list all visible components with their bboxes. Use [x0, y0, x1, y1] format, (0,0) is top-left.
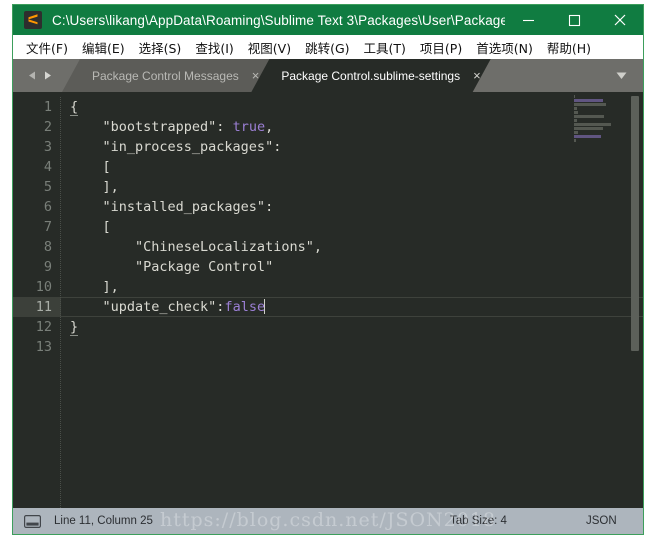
line-number: 7 [43, 219, 52, 235]
code-token: } [70, 319, 79, 336]
editor-tab[interactable]: Package Control Messages × [62, 59, 269, 92]
code-line[interactable]: } [61, 317, 643, 337]
sublime-text-icon [24, 11, 42, 29]
line-number: 2 [43, 119, 52, 135]
code-line[interactable]: "ChineseLocalizations", [61, 237, 643, 257]
menu-item-6[interactable]: 跳转(G) [298, 36, 356, 59]
code-token: "installed_packages": [70, 199, 274, 215]
triangle-left-icon[interactable] [27, 70, 38, 81]
close-button[interactable] [597, 5, 643, 35]
code-token: ], [70, 179, 119, 195]
triangle-right-icon[interactable] [42, 70, 53, 81]
tabs-container: Package Control Messages × Package Control… [62, 59, 491, 92]
code-line[interactable]: ], [61, 277, 643, 297]
code-line[interactable]: { [61, 97, 643, 117]
code-line[interactable]: "Package Control" [61, 257, 643, 277]
tab-close-icon[interactable]: × [473, 69, 481, 82]
line-number: 5 [43, 179, 52, 195]
code-content[interactable]: { "bootstrapped": true, "in_process_pack… [61, 92, 643, 508]
code-token: "in_process_packages": [70, 139, 282, 155]
line-number: 13 [35, 339, 52, 355]
window-title: C:\Users\likang\AppData\Roaming\Sublime … [52, 12, 505, 28]
code-token: , [265, 119, 274, 135]
menu-item-5[interactable]: 视图(V) [241, 36, 298, 59]
maximize-button[interactable] [551, 5, 597, 35]
menu-bar: 文件(F) 编辑(E) 选择(S) 查找(I) 视图(V) 跳转(G) 工具(T) 项目(P)… [13, 35, 643, 59]
tab-label: Package Control.sublime-settings [281, 68, 461, 83]
code-token: "update_check": [70, 299, 225, 315]
tab-label: Package Control Messages [92, 68, 239, 83]
scrollbar-thumb[interactable] [631, 96, 639, 351]
code-token: ], [70, 279, 119, 295]
title-bar: C:\Users\likang\AppData\Roaming\Sublime … [13, 5, 643, 35]
line-number: 8 [43, 239, 52, 255]
code-line[interactable]: "update_check":false [61, 297, 643, 317]
code-editor[interactable]: 1 2 3 4 5 6 7 8 9 10 11 12 13 { "bootstrapped": true… [13, 92, 643, 508]
minimize-button[interactable] [505, 5, 551, 35]
cursor-position[interactable]: Line 11, Column 25 [54, 515, 153, 527]
code-line[interactable]: "in_process_packages": [61, 137, 643, 157]
status-bar: Line 11, Column 25 Tab Size: 4 JSON [13, 508, 643, 534]
sublime-text-window: C:\Users\likang\AppData\Roaming\Sublime … [12, 4, 644, 535]
tab-close-icon[interactable]: × [252, 69, 260, 82]
code-token: [ [70, 159, 111, 175]
code-token: [ [70, 219, 111, 235]
code-token: "ChineseLocalizations", [70, 239, 322, 255]
code-line[interactable]: "bootstrapped": true, [61, 117, 643, 137]
menu-item-7[interactable]: 工具(T) [357, 36, 413, 59]
code-line[interactable]: "installed_packages": [61, 197, 643, 217]
menu-item-10[interactable]: 帮助(H) [540, 36, 598, 59]
editor-tab[interactable]: Package Control.sublime-settings × [251, 59, 490, 92]
text-cursor [264, 299, 266, 314]
menu-item-8[interactable]: 项目(P) [413, 36, 469, 59]
line-number: 1 [43, 99, 52, 115]
menu-item-3[interactable]: 选择(S) [132, 36, 189, 59]
line-number: 11 [13, 297, 61, 317]
line-number-gutter: 1 2 3 4 5 6 7 8 9 10 11 12 13 [13, 92, 61, 508]
line-number: 6 [43, 199, 52, 215]
tab-navigation [13, 59, 62, 92]
line-number: 9 [43, 259, 52, 275]
menu-item-9[interactable]: 首选项(N) [469, 36, 540, 59]
chevron-down-icon[interactable] [599, 59, 643, 92]
code-token: { [70, 99, 79, 116]
tab-bar: Package Control Messages × Package Control… [13, 59, 643, 92]
code-token: false [224, 299, 266, 315]
line-number: 12 [35, 319, 52, 335]
code-line[interactable]: [ [61, 157, 643, 177]
code-line[interactable]: ], [61, 177, 643, 197]
code-token: true [232, 119, 266, 135]
sidebar-toggle-icon[interactable] [24, 514, 41, 528]
code-token: "bootstrapped": [70, 119, 233, 135]
line-number: 3 [43, 139, 52, 155]
tab-size-indicator[interactable]: Tab Size: 4 [450, 515, 507, 527]
line-number: 4 [43, 159, 52, 175]
vertical-scrollbar[interactable] [630, 92, 640, 508]
syntax-indicator[interactable]: JSON [586, 515, 617, 527]
code-line[interactable] [61, 337, 643, 357]
menu-item-2[interactable]: 编辑(E) [75, 36, 132, 59]
code-token: "Package Control" [70, 259, 274, 275]
line-number: 10 [35, 279, 52, 295]
menu-item-4[interactable]: 查找(I) [188, 36, 240, 59]
menu-item-1[interactable]: 文件(F) [19, 36, 75, 59]
code-line[interactable]: [ [61, 217, 643, 237]
